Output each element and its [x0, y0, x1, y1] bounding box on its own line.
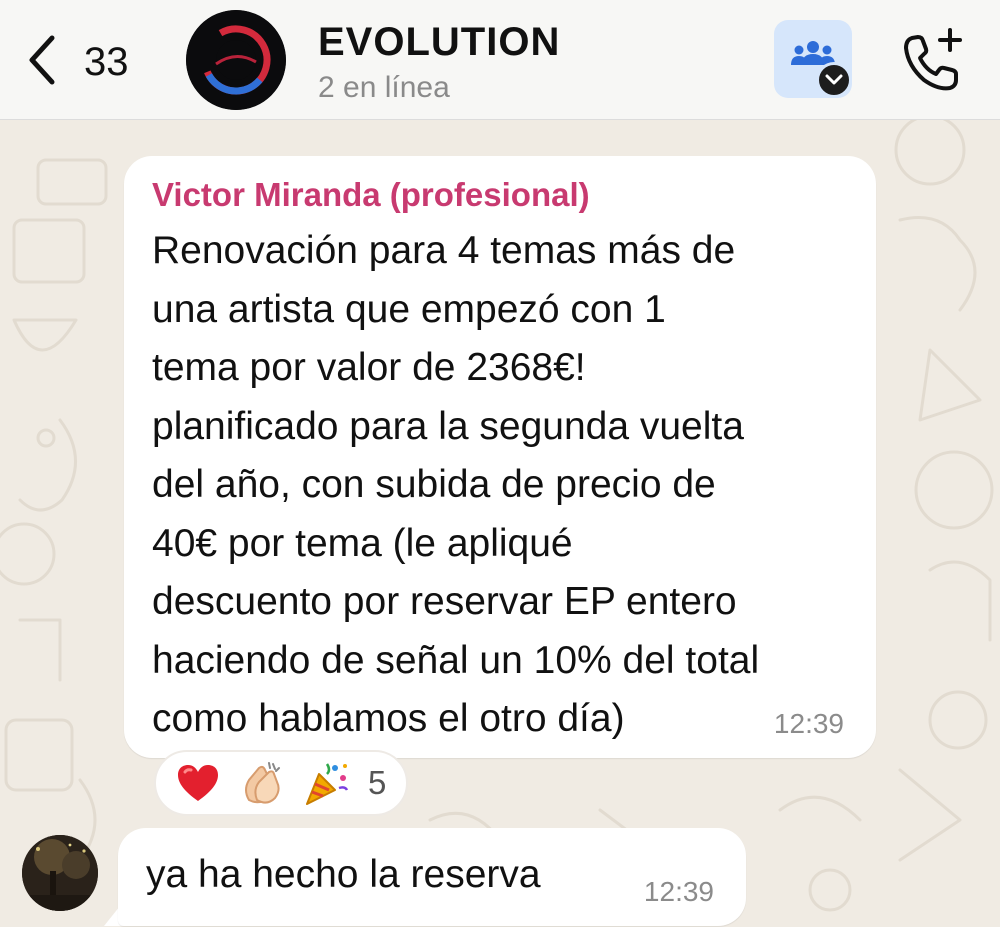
- add-call-icon: [898, 28, 968, 100]
- group-avatar[interactable]: [186, 10, 286, 110]
- message-bubble[interactable]: Victor Miranda (profesional) Renovación …: [124, 156, 876, 758]
- chat-header: 33 EVOLUTION 2 en línea: [0, 0, 1000, 120]
- add-call-button[interactable]: [898, 26, 968, 96]
- clapping-hands-icon: [238, 759, 286, 807]
- message-reactions[interactable]: 5: [154, 750, 408, 816]
- chat-area[interactable]: Victor Miranda (profesional) Renovación …: [0, 120, 1000, 927]
- message-bubble[interactable]: ya ha hecho la reserva 12:39: [118, 828, 746, 926]
- party-popper-icon: [302, 759, 350, 807]
- avatar[interactable]: [22, 835, 98, 911]
- message-text: ya ha hecho la reserva: [146, 853, 541, 896]
- message-time: 12:39: [643, 876, 714, 907]
- message-text: Renovación para 4 temas más de una artis…: [152, 229, 760, 740]
- online-status: 2 en línea: [318, 71, 450, 104]
- chevron-down-icon: [816, 62, 852, 98]
- unread-count: 33: [84, 39, 129, 84]
- chat-title-area[interactable]: EVOLUTION 2 en línea: [318, 18, 560, 108]
- chevron-left-icon: [22, 32, 62, 93]
- reaction-count: 5: [368, 764, 387, 801]
- community-button[interactable]: [774, 20, 852, 98]
- chat-title: EVOLUTION: [318, 20, 561, 64]
- sender-name[interactable]: Victor Miranda (profesional): [152, 176, 590, 214]
- back-button[interactable]: 33: [22, 30, 152, 94]
- heart-icon: [174, 759, 222, 807]
- message-time: 12:39: [773, 708, 844, 739]
